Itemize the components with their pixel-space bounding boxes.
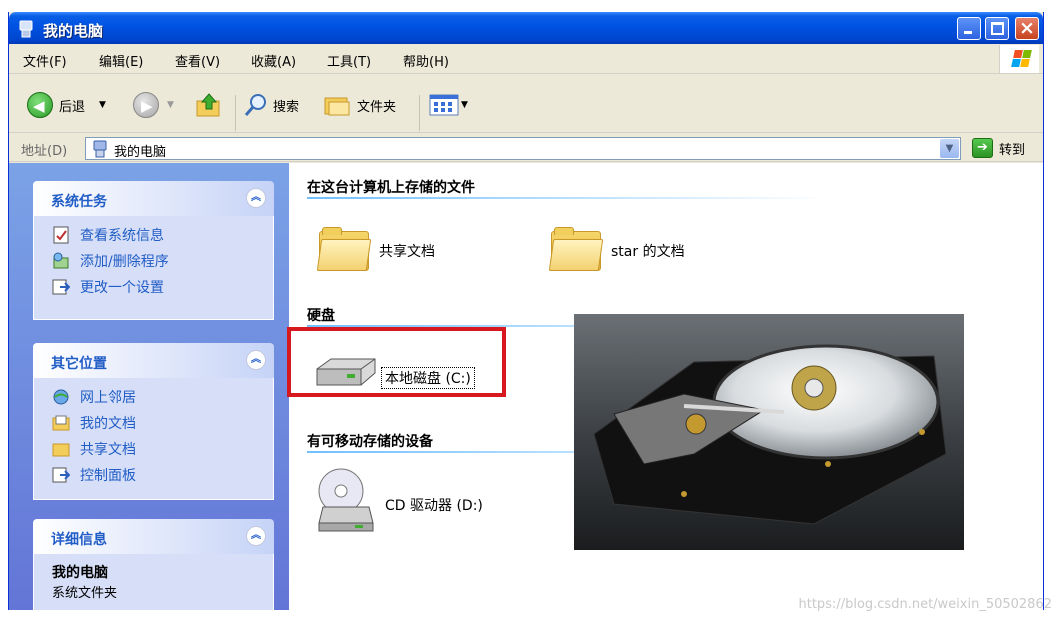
back-label: 后退 (59, 99, 86, 115)
task-pane: 系统任务 ︽ 查看系统信息 添加/删除程序 更改一个设置 其它位置 ︽ 网上邻居… (9, 163, 289, 610)
watermark: https://blog.csdn.net/weixin_50502862 (798, 597, 1052, 612)
search-button[interactable]: 搜索 (243, 91, 299, 119)
system-info-icon (53, 226, 69, 244)
place-label: 控制面板 (80, 468, 136, 484)
back-button[interactable]: ◀ 后退 ▼ (27, 91, 106, 119)
views-dropdown-icon: ▼ (461, 100, 468, 110)
details-body: 我的电脑 系统文件夹 (33, 554, 274, 610)
menu-favorites[interactable]: 收藏(A) (251, 51, 296, 70)
details-header[interactable]: 详细信息 ︽ (33, 519, 274, 554)
go-arrow-icon: ➔ (972, 138, 993, 158)
close-button[interactable]: × (1015, 17, 1039, 40)
folders-button[interactable]: 文件夹 (323, 91, 396, 119)
address-bar: 地址(D) 我的电脑 ▼ ➔ 转到 (9, 134, 1043, 162)
place-label: 网上邻居 (80, 390, 136, 406)
folder-up-icon (196, 93, 220, 117)
views-icon (429, 94, 459, 116)
menu-view[interactable]: 查看(V) (175, 51, 220, 70)
network-icon (53, 389, 69, 405)
address-input[interactable]: 我的电脑 ▼ (85, 137, 961, 160)
search-label: 搜索 (273, 99, 300, 115)
folders-icon (324, 97, 350, 116)
maximize-button[interactable] (985, 17, 1009, 40)
details-name: 我的电脑 (52, 565, 108, 581)
details-panel: 详细信息 ︽ 我的电脑 系统文件夹 (33, 519, 274, 610)
up-button[interactable] (195, 91, 223, 119)
menu-bar: 文件(F) 编辑(E) 查看(V) 收藏(A) 工具(T) 帮助(H) (9, 44, 1043, 74)
task-add-remove-programs[interactable]: 添加/删除程序 (52, 248, 273, 274)
place-control-panel[interactable]: 控制面板 (52, 462, 273, 488)
shared-documents-folder-icon[interactable] (316, 227, 372, 271)
folders-label: 文件夹 (357, 99, 397, 115)
go-label: 转到 (999, 142, 1026, 158)
collapse-icon[interactable]: ︽ (246, 188, 266, 208)
group-header-hard-disk: 硬盘 (307, 308, 335, 324)
title-bar[interactable]: 我的电脑 × (9, 12, 1043, 44)
views-button[interactable]: ▼ (429, 91, 468, 119)
task-view-system-info[interactable]: 查看系统信息 (52, 222, 273, 248)
highlight-box (287, 327, 506, 397)
toolbar: ◀ 后退 ▼ ▶ ▼ 搜索 文件夹 ▼ (9, 75, 1043, 133)
system-tasks-header[interactable]: 系统任务 ︽ (33, 181, 274, 216)
user-documents-folder-icon[interactable] (548, 227, 604, 271)
forward-arrow-icon: ▶ (133, 92, 159, 118)
task-label: 查看系统信息 (80, 228, 164, 244)
toolbar-separator (235, 95, 236, 131)
item-user-documents[interactable]: star 的文档 (611, 241, 685, 261)
folder-icon (52, 415, 70, 431)
group-divider (307, 197, 827, 199)
system-tasks-body: 查看系统信息 添加/删除程序 更改一个设置 (33, 216, 274, 320)
item-cd-drive-d[interactable]: CD 驱动器 (D:) (385, 495, 483, 515)
task-change-setting[interactable]: 更改一个设置 (52, 274, 273, 300)
add-remove-programs-icon (53, 252, 69, 269)
other-places-panel: 其它位置 ︽ 网上邻居 我的文档 共享文档 控制面板 (33, 343, 274, 500)
menu-help[interactable]: 帮助(H) (403, 51, 449, 70)
place-my-documents[interactable]: 我的文档 (52, 410, 273, 436)
windows-logo-icon (999, 45, 1039, 73)
item-shared-documents[interactable]: 共享文档 (379, 241, 435, 261)
place-label: 我的文档 (80, 416, 136, 432)
group-header-removable: 有可移动存储的设备 (307, 434, 433, 450)
address-value: 我的电脑 (114, 145, 167, 160)
task-label: 更改一个设置 (80, 280, 164, 296)
control-panel-icon (52, 279, 70, 295)
minimize-button[interactable] (957, 17, 981, 40)
place-network[interactable]: 网上邻居 (52, 384, 273, 410)
panel-title: 其它位置 (51, 356, 107, 372)
toolbar-separator (419, 95, 420, 131)
go-button[interactable]: ➔ 转到 (972, 138, 1025, 158)
details-type: 系统文件夹 (52, 586, 118, 601)
window-title: 我的电脑 (43, 22, 104, 40)
menu-edit[interactable]: 编辑(E) (99, 51, 143, 70)
forward-button[interactable]: ▶ ▼ (133, 91, 174, 119)
forward-dropdown-icon[interactable]: ▼ (167, 100, 174, 110)
place-label: 共享文档 (80, 442, 136, 458)
other-places-body: 网上邻居 我的文档 共享文档 控制面板 (33, 378, 274, 500)
back-arrow-icon: ◀ (27, 92, 53, 118)
control-panel-icon (52, 467, 70, 483)
collapse-icon[interactable]: ︽ (246, 350, 266, 370)
menu-file[interactable]: 文件(F) (23, 51, 67, 70)
search-icon (244, 94, 266, 116)
computer-icon (93, 140, 107, 158)
address-dropdown-icon[interactable]: ▼ (940, 139, 959, 158)
computer-icon (19, 20, 33, 38)
back-dropdown-icon[interactable]: ▼ (99, 100, 106, 110)
task-label: 添加/删除程序 (80, 254, 169, 270)
maximize-icon (991, 22, 1004, 35)
hard-drive-photo (574, 314, 964, 550)
panel-title: 系统任务 (51, 194, 107, 210)
close-icon: × (1019, 17, 1035, 39)
minimize-icon (964, 31, 972, 34)
place-shared-documents[interactable]: 共享文档 (52, 436, 273, 462)
menu-tools[interactable]: 工具(T) (327, 51, 371, 70)
panel-title: 详细信息 (51, 532, 107, 548)
collapse-icon[interactable]: ︽ (246, 526, 266, 546)
cd-drive-icon[interactable] (315, 467, 377, 533)
system-tasks-panel: 系统任务 ︽ 查看系统信息 添加/删除程序 更改一个设置 (33, 181, 274, 320)
group-header-stored-files: 在这台计算机上存储的文件 (307, 180, 475, 196)
other-places-header[interactable]: 其它位置 ︽ (33, 343, 274, 378)
folder-icon (52, 443, 70, 457)
address-label: 地址(D) (21, 144, 68, 159)
